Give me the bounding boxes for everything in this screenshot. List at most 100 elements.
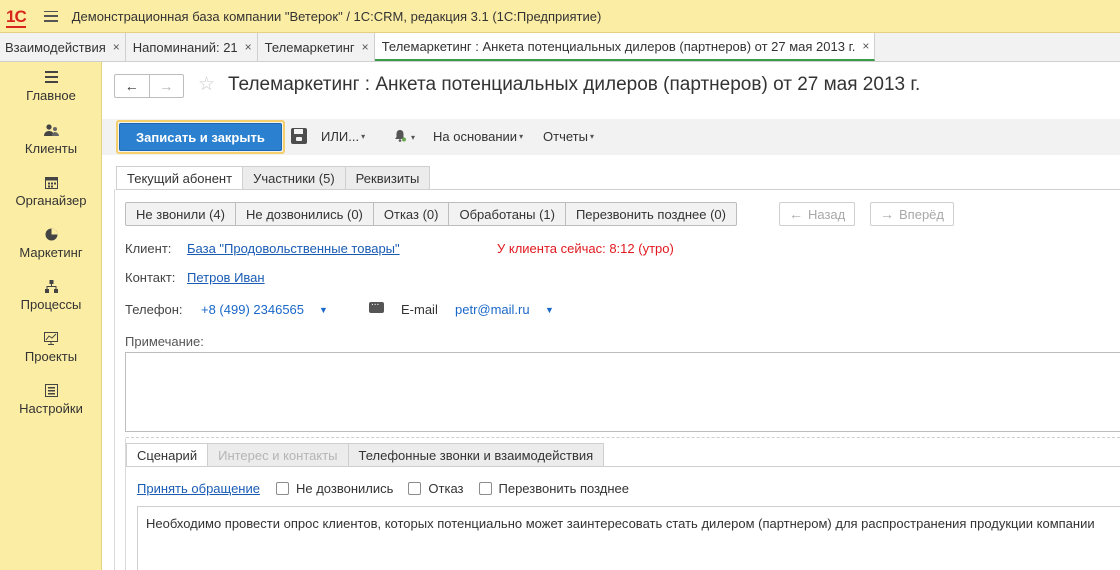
client-link[interactable]: База "Продовольственные товары"	[187, 241, 400, 256]
note-label: Примечание:	[125, 334, 204, 349]
note-textarea[interactable]	[125, 352, 1120, 432]
app-logo[interactable]: 1С	[6, 8, 27, 28]
not-reached-checkbox[interactable]	[275, 482, 289, 495]
based-on-label: На основании	[433, 129, 518, 144]
email-label: E-mail	[401, 302, 438, 317]
window-tab-label: Взаимодействия	[5, 39, 106, 55]
process-tree-icon	[0, 280, 102, 296]
chat-icon[interactable]	[369, 297, 384, 313]
next-record-button[interactable]: → Вперёд	[870, 202, 954, 226]
chevron-down-icon: ▾	[589, 132, 594, 141]
tab-current-subscriber[interactable]: Текущий абонент	[116, 166, 244, 190]
reports-menu[interactable]: Отчеты ▾	[543, 129, 594, 144]
sidebar-item-label: Проекты	[24, 349, 78, 364]
calendar-icon	[0, 176, 102, 192]
tabs-divider	[116, 189, 1120, 190]
close-icon[interactable]: ×	[362, 40, 369, 54]
sidebar-item-label: Клиенты	[24, 141, 78, 156]
sections-sidebar: Главное Клиенты Органайзер Маркетинг Про…	[0, 62, 102, 570]
phone-dropdown-icon[interactable]: ▼	[319, 305, 328, 315]
or-menu-label: ИЛИ...	[321, 129, 360, 144]
forward-button[interactable]: →	[150, 75, 184, 97]
chevron-down-icon: ▾	[361, 132, 366, 141]
contact-label: Контакт:	[125, 270, 176, 285]
email-dropdown-icon[interactable]: ▼	[545, 305, 554, 315]
filter-call-later[interactable]: Перезвонить позднее (0)	[565, 202, 737, 226]
tab-interest-contacts: Интерес и контакты	[208, 443, 349, 467]
page-title: Телемаркетинг : Анкета потенциальных дил…	[228, 74, 921, 95]
pie-chart-icon	[0, 228, 102, 244]
main-menu-icon[interactable]	[43, 10, 58, 22]
save-icon[interactable]	[291, 128, 307, 144]
command-bar: Записать и закрыть ИЛИ... ▾ ▾ На основан…	[102, 119, 1120, 155]
tab-calls-interactions[interactable]: Телефонные звонки и взаимодействия	[348, 443, 605, 467]
arrow-left-icon: ←	[789, 206, 803, 222]
sidebar-item-organizer[interactable]: Органайзер	[0, 176, 102, 208]
accept-request-link[interactable]: Принять обращение	[137, 481, 260, 496]
sidebar-item-label: Главное	[26, 88, 76, 103]
save-and-close-button[interactable]: Записать и закрыть	[116, 120, 285, 154]
refusal-checkbox[interactable]	[408, 482, 422, 495]
arrow-right-icon: →	[880, 206, 894, 222]
title-bar: 1С Демонстрационная база компании "Ветер…	[0, 0, 1120, 33]
script-text: Необходимо провести опрос клиентов, кото…	[146, 516, 1095, 531]
sidebar-item-marketing[interactable]: Маркетинг	[0, 228, 102, 260]
tab-participants[interactable]: Участники (5)	[243, 166, 346, 190]
history-nav: ← →	[114, 74, 184, 98]
window-tab-reminders[interactable]: Напоминаний: 21 ×	[126, 33, 258, 61]
sidebar-item-main[interactable]: Главное	[0, 71, 102, 103]
reminder-button[interactable]: ▾	[394, 129, 415, 145]
sidebar-item-clients[interactable]: Клиенты	[0, 124, 102, 156]
window-tab-telemarketing-survey[interactable]: Телемаркетинг : Анкета потенциальных дил…	[374, 33, 876, 61]
close-icon[interactable]: ×	[862, 39, 869, 53]
panel-border	[114, 189, 115, 570]
sidebar-item-processes[interactable]: Процессы	[0, 280, 102, 312]
window-title: Демонстрационная база компании "Ветерок"…	[71, 8, 602, 24]
sidebar-item-label: Органайзер	[15, 193, 87, 208]
favorite-star-icon[interactable]: ☆	[198, 73, 215, 96]
close-icon[interactable]: ×	[113, 40, 120, 54]
filter-processed[interactable]: Обработаны (1)	[449, 202, 566, 226]
or-menu-button[interactable]: ИЛИ... ▾	[321, 129, 365, 144]
prev-record-button[interactable]: ← Назад	[779, 202, 856, 226]
refusal-label: Отказ	[428, 481, 464, 496]
sidebar-item-settings[interactable]: Настройки	[0, 384, 102, 416]
contact-link[interactable]: Петров Иван	[187, 270, 265, 285]
next-record-label: Вперёд	[899, 206, 944, 222]
client-label: Клиент:	[125, 241, 172, 256]
window-tab-label: Телемаркетинг	[264, 39, 355, 55]
call-later-checkbox[interactable]	[478, 482, 492, 495]
based-on-menu[interactable]: На основании ▾	[433, 129, 523, 144]
filter-not-reached[interactable]: Не дозвонились (0)	[235, 202, 374, 226]
close-icon[interactable]: ×	[245, 40, 252, 54]
phone-value[interactable]: +8 (499) 2346565	[201, 302, 304, 317]
chevron-down-icon: ▾	[519, 132, 524, 141]
window-tab-interactions[interactable]: Взаимодействия ×	[0, 33, 126, 61]
users-icon	[0, 124, 102, 140]
tab-script[interactable]: Сценарий	[126, 443, 209, 467]
bell-icon	[394, 129, 406, 145]
form-tabs: Текущий абонент Участники (5) Реквизиты	[116, 166, 431, 190]
status-filters: Не звонили (4) Не дозвонились (0) Отказ …	[125, 202, 737, 226]
call-result-row: Принять обращение Не дозвонились Отказ П…	[137, 481, 644, 496]
splitter[interactable]	[126, 437, 1120, 438]
prev-record-label: Назад	[808, 206, 846, 222]
tab-details[interactable]: Реквизиты	[345, 166, 431, 190]
window-tab-telemarketing[interactable]: Телемаркетинг ×	[258, 33, 375, 61]
window-tab-label: Телемаркетинг : Анкета потенциальных дил…	[381, 38, 856, 54]
filter-not-called[interactable]: Не звонили (4)	[125, 202, 236, 226]
email-value[interactable]: petr@mail.ru	[455, 302, 530, 317]
phone-label: Телефон:	[125, 302, 183, 317]
menu-lines-icon	[0, 71, 102, 87]
sidebar-item-label: Маркетинг	[19, 245, 83, 260]
open-windows-bar: Взаимодействия × Напоминаний: 21 × Телем…	[0, 33, 1120, 62]
back-button[interactable]: ←	[115, 75, 150, 97]
script-text-area[interactable]: Необходимо провести опрос клиентов, кото…	[137, 506, 1120, 570]
chevron-down-icon: ▾	[411, 132, 416, 142]
window-tab-label: Напоминаний: 21	[132, 39, 238, 55]
sidebar-item-projects[interactable]: Проекты	[0, 332, 102, 364]
sidebar-item-label: Настройки	[19, 401, 83, 416]
filter-refusal[interactable]: Отказ (0)	[373, 202, 450, 226]
sidebar-item-label: Процессы	[20, 297, 82, 312]
tabs-divider	[126, 466, 1120, 467]
